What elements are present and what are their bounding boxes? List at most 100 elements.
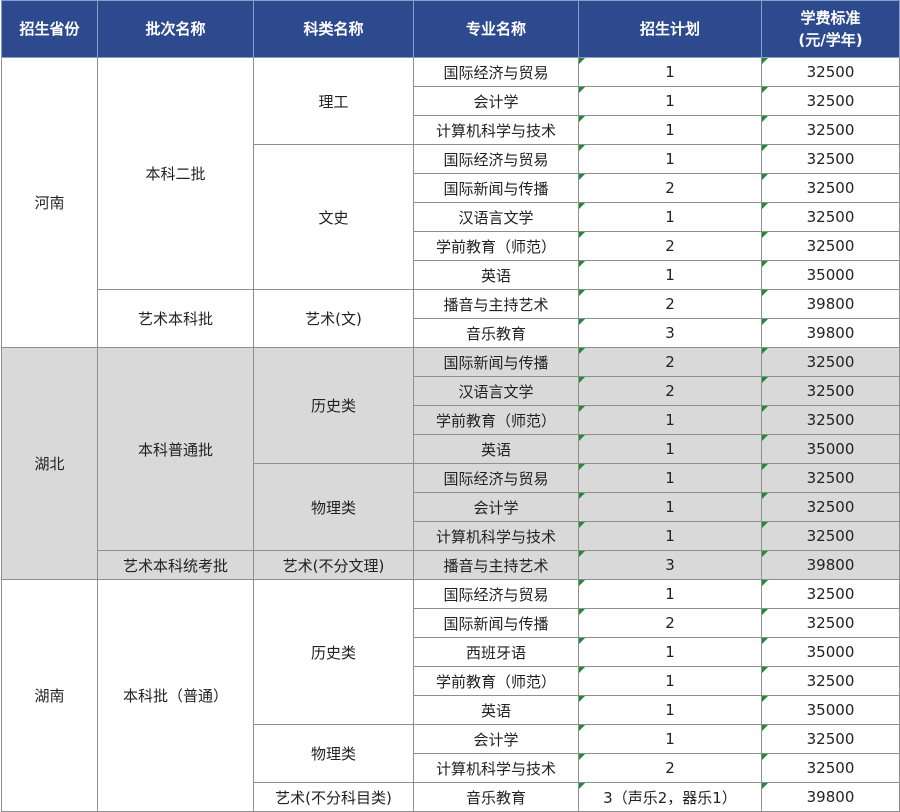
major-cell: 学前教育（师范） — [413, 405, 579, 435]
fee-cell: 32500 — [761, 521, 900, 551]
province-cell: 湖北 — [1, 347, 98, 580]
category-cell: 物理类 — [253, 724, 414, 783]
major-cell: 国际新闻与传播 — [413, 173, 579, 203]
major-cell: 英语 — [413, 434, 579, 464]
plan-cell: 1 — [578, 579, 762, 609]
fee-cell: 32500 — [761, 347, 900, 377]
major-cell: 国际新闻与传播 — [413, 347, 579, 377]
major-cell: 英语 — [413, 260, 579, 290]
fee-cell: 39800 — [761, 782, 900, 812]
plan-cell: 3（声乐2，器乐1） — [578, 782, 762, 812]
plan-cell: 2 — [578, 231, 762, 261]
plan-cell: 1 — [578, 492, 762, 522]
fee-cell: 35000 — [761, 434, 900, 464]
major-cell: 国际经济与贸易 — [413, 144, 579, 174]
batch-cell: 本科批（普通） — [97, 579, 254, 812]
batch-cell: 本科普通批 — [97, 347, 254, 551]
header-plan: 招生计划 — [578, 0, 762, 58]
category-cell: 艺术(不分科目类) — [253, 782, 414, 812]
major-cell: 会计学 — [413, 724, 579, 754]
header-fee-line2: (元/学年) — [798, 31, 863, 49]
fee-cell: 32500 — [761, 144, 900, 174]
fee-cell: 32500 — [761, 202, 900, 232]
major-cell: 学前教育（师范） — [413, 231, 579, 261]
header-row: 招生省份 批次名称 科类名称 专业名称 招生计划 学费标准 (元/学年) — [1, 0, 900, 58]
plan-cell: 2 — [578, 608, 762, 638]
header-fee: 学费标准 (元/学年) — [761, 0, 900, 58]
plan-cell: 1 — [578, 666, 762, 696]
major-cell: 音乐教育 — [413, 782, 579, 812]
fee-cell: 35000 — [761, 260, 900, 290]
major-cell: 播音与主持艺术 — [413, 289, 579, 319]
category-cell: 艺术(不分文理) — [253, 550, 414, 580]
fee-cell: 32500 — [761, 405, 900, 435]
plan-cell: 1 — [578, 463, 762, 493]
batch-cell: 艺术本科统考批 — [97, 550, 254, 580]
major-cell: 国际经济与贸易 — [413, 57, 579, 87]
fee-cell: 32500 — [761, 86, 900, 116]
major-cell: 国际新闻与传播 — [413, 608, 579, 638]
fee-cell: 32500 — [761, 115, 900, 145]
fee-cell: 39800 — [761, 550, 900, 580]
fee-cell: 39800 — [761, 318, 900, 348]
plan-cell: 1 — [578, 405, 762, 435]
batch-cell: 艺术本科批 — [97, 289, 254, 348]
plan-cell: 2 — [578, 289, 762, 319]
fee-cell: 32500 — [761, 666, 900, 696]
header-province: 招生省份 — [1, 0, 98, 58]
table-row: 河南 本科二批 理工 国际经济与贸易 1 32500 — [1, 57, 900, 348]
major-cell: 音乐教育 — [413, 318, 579, 348]
major-cell: 会计学 — [413, 86, 579, 116]
category-cell: 艺术(文) — [253, 289, 414, 348]
table-row: 艺术本科统考批 艺术(不分文理) 播音与主持艺术 3 39800 — [2, 550, 900, 580]
fee-cell: 35000 — [761, 637, 900, 667]
table-row: 湖南 本科批（普通） 历史类 国际经济与贸易 1 32500 — [1, 579, 900, 812]
plan-cell: 2 — [578, 376, 762, 406]
fee-cell: 32500 — [761, 753, 900, 783]
table-row: 艺术本科批 艺术(文) 播音与主持艺术 2 39800 — [2, 289, 900, 348]
plan-cell: 1 — [578, 434, 762, 464]
major-cell: 汉语言文学 — [413, 202, 579, 232]
plan-cell: 2 — [578, 347, 762, 377]
fee-cell: 32500 — [761, 608, 900, 638]
major-cell: 计算机科学与技术 — [413, 521, 579, 551]
major-cell: 计算机科学与技术 — [413, 115, 579, 145]
table-row: 湖北 本科普通批 历史类 国际新闻与传播 2 32500 — [1, 347, 900, 580]
header-major: 专业名称 — [413, 0, 579, 58]
batch-cell: 本科二批 — [97, 57, 254, 290]
fee-cell: 32500 — [761, 173, 900, 203]
major-cell: 汉语言文学 — [413, 376, 579, 406]
category-cell: 文史 — [253, 144, 414, 290]
plan-cell: 1 — [578, 724, 762, 754]
major-cell: 国际经济与贸易 — [413, 463, 579, 493]
plan-cell: 1 — [578, 260, 762, 290]
fee-cell: 32500 — [761, 463, 900, 493]
category-cell: 历史类 — [253, 579, 414, 725]
major-cell: 播音与主持艺术 — [413, 550, 579, 580]
enrollment-plan-table: 招生省份 批次名称 科类名称 专业名称 招生计划 学费标准 (元/学年) 河南 本… — [1, 0, 900, 812]
major-cell: 英语 — [413, 695, 579, 725]
plan-cell: 1 — [578, 144, 762, 174]
plan-cell: 1 — [578, 695, 762, 725]
plan-cell: 2 — [578, 173, 762, 203]
fee-cell: 39800 — [761, 289, 900, 319]
plan-cell: 1 — [578, 637, 762, 667]
plan-cell: 1 — [578, 57, 762, 87]
fee-cell: 32500 — [761, 492, 900, 522]
header-fee-line1: 学费标准 — [800, 9, 861, 27]
plan-cell: 1 — [578, 86, 762, 116]
category-cell: 理工 — [253, 57, 414, 145]
plan-cell: 3 — [578, 318, 762, 348]
major-cell: 会计学 — [413, 492, 579, 522]
fee-cell: 32500 — [761, 724, 900, 754]
plan-cell: 1 — [578, 202, 762, 232]
province-cell: 河南 — [1, 57, 98, 348]
major-cell: 学前教育（师范） — [413, 666, 579, 696]
plan-cell: 3 — [578, 550, 762, 580]
fee-cell: 32500 — [761, 579, 900, 609]
category-cell: 历史类 — [253, 347, 414, 464]
province-cell: 湖南 — [1, 579, 98, 812]
fee-cell: 32500 — [761, 231, 900, 261]
plan-cell: 1 — [578, 521, 762, 551]
major-cell: 国际经济与贸易 — [413, 579, 579, 609]
